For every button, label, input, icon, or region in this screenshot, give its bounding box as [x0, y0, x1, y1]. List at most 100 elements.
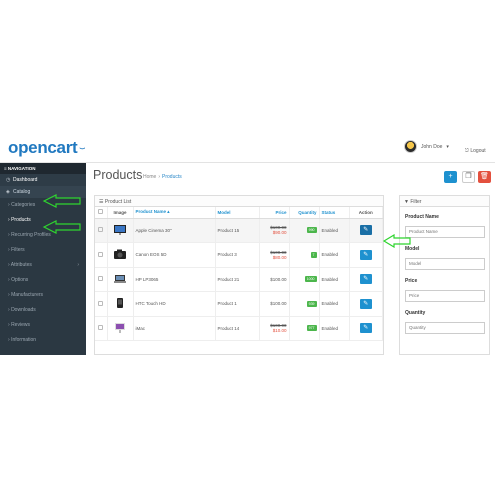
pencil-icon: ✎	[363, 251, 369, 258]
user-menu[interactable]: John Doe ▾	[404, 140, 449, 153]
edit-button[interactable]: ✎	[359, 323, 372, 334]
camera-icon	[114, 249, 126, 260]
copy-button[interactable]: ❐	[462, 171, 475, 183]
product-name: iMac	[133, 316, 216, 341]
delete-button[interactable]: 🗑	[478, 171, 491, 183]
cart-logo-icon: ⌣	[79, 143, 86, 153]
sidebar-item-reviews[interactable]: › Reviews	[0, 318, 86, 333]
quantity-badge: 990	[306, 227, 317, 234]
product-model: Product 21	[215, 267, 260, 292]
main-content: Products Home › Products + ❐ 🗑 ☰ Product L…	[86, 163, 495, 355]
status-text: Enabled	[319, 218, 350, 243]
product-name: HTC Touch HD	[133, 291, 216, 317]
panel-heading: ☰ Product List	[95, 196, 383, 207]
filter-heading: ▼ Filter	[400, 196, 489, 207]
table-row: HTC Touch HD Product 1 $100.00 939 Enabl…	[95, 291, 383, 317]
laptop-icon	[114, 274, 126, 283]
row-checkbox[interactable]	[95, 316, 108, 341]
special-price: $80.00	[272, 254, 287, 260]
column-header-status[interactable]: Status	[319, 207, 350, 219]
edit-button[interactable]: ✎	[359, 274, 372, 285]
product-name: Canon EOS 5D	[133, 242, 216, 268]
status-text: Enabled	[319, 242, 350, 268]
status-text: Enabled	[319, 267, 350, 292]
breadcrumb-home[interactable]: Home	[143, 174, 156, 180]
monitor-icon	[114, 224, 126, 235]
avatar	[404, 140, 417, 153]
copy-icon: ❐	[465, 173, 472, 180]
column-header-product-name[interactable]: Product Name ▴	[133, 207, 216, 219]
sidebar-item-filters[interactable]: › Filters	[0, 243, 86, 258]
product-name: HP LP3065	[133, 267, 216, 292]
phone-icon	[117, 298, 123, 309]
column-header-quantity[interactable]: Quantity	[289, 207, 320, 219]
page-title: Products	[93, 168, 143, 182]
add-new-button[interactable]: +	[444, 171, 457, 183]
pencil-icon: ✎	[363, 300, 369, 307]
special-price: $10.00	[272, 328, 287, 334]
filter-label-quantity: Quantity	[405, 310, 426, 316]
sidebar-item-information[interactable]: › Information	[0, 333, 86, 348]
filter-label-model: Model	[405, 246, 420, 252]
edit-button[interactable]: ✎	[359, 225, 372, 236]
product-name: Apple Cinema 30"	[133, 218, 216, 243]
sidebar-item-manufacturers[interactable]: › Manufacturers	[0, 288, 86, 303]
table-row: Canon EOS 5D Product 3 $100.00 $80.00 7 E…	[95, 242, 383, 268]
filter-panel: ▼ Filter Product Name Model Price Quanti…	[399, 195, 490, 355]
annotation-arrow-products	[42, 220, 81, 234]
quantity-badge: 7	[310, 251, 317, 258]
row-checkbox[interactable]	[95, 267, 108, 292]
product-model: Product 15	[215, 218, 260, 243]
product-table: Image Product Name ▴ Model Price Quantit…	[95, 207, 383, 341]
sidebar-item-options[interactable]: › Options	[0, 273, 86, 288]
row-checkbox[interactable]	[95, 242, 108, 268]
quantity-badge: 1000	[304, 276, 317, 283]
product-model: Product 1	[215, 291, 260, 317]
status-text: Enabled	[319, 316, 350, 341]
column-header-action: Action	[349, 207, 383, 219]
sidebar-item-attributes[interactable]: › Attributes ›	[0, 258, 86, 273]
filter-label-price: Price	[405, 278, 418, 284]
dashboard-icon: ◷	[6, 177, 11, 183]
breadcrumb: Home › Products	[143, 174, 182, 180]
annotation-arrow-edit	[382, 234, 411, 248]
pencil-icon: ✎	[363, 276, 369, 283]
special-price: $90.00	[272, 230, 287, 236]
table-row: Apple Cinema 30" Product 15 $100.00 $90.0…	[95, 218, 383, 243]
quantity-input[interactable]	[405, 321, 485, 334]
quantity-badge: 939	[306, 300, 317, 307]
breadcrumb-products[interactable]: Products	[162, 174, 182, 180]
table-row: HP LP3065 Product 21 $100.00 1000 Enable…	[95, 267, 383, 292]
app-window: opencart ⌣ John Doe ▾ ⎋ Logout ≡ NAVIGATI…	[0, 130, 500, 355]
product-name-input[interactable]	[405, 225, 485, 238]
model-input[interactable]	[405, 257, 485, 270]
annotation-arrow-catalog	[42, 194, 81, 208]
nav-heading: ≡ NAVIGATION	[0, 163, 86, 174]
edit-button[interactable]: ✎	[359, 249, 372, 260]
chevron-right-icon: ›	[77, 262, 79, 268]
sidebar-item-dashboard[interactable]: ◷ Dashboard	[0, 174, 86, 186]
table-row: iMac Product 14 $100.00 $10.00 977 Enable…	[95, 316, 383, 341]
tag-icon: ◈	[6, 189, 10, 195]
opencart-logo[interactable]: opencart ⌣	[8, 138, 85, 158]
row-checkbox[interactable]	[95, 218, 108, 243]
sidebar: ≡ NAVIGATION ◷ Dashboard ◈ Catalog › Categ…	[0, 163, 86, 355]
edit-button[interactable]: ✎	[359, 298, 372, 309]
column-header-model[interactable]: Model	[215, 207, 260, 219]
sidebar-item-downloads[interactable]: › Downloads	[0, 303, 86, 318]
column-header-image: Image	[107, 207, 134, 219]
top-header: opencart ⌣ John Doe ▾ ⎋ Logout	[0, 130, 495, 163]
quantity-badge: 977	[306, 325, 317, 332]
row-checkbox[interactable]	[95, 291, 108, 317]
column-header-price[interactable]: Price	[259, 207, 290, 219]
product-list-panel: ☰ Product List Image Product Name ▴ Mode…	[94, 195, 384, 355]
select-all-checkbox[interactable]	[95, 207, 108, 219]
imac-icon	[115, 322, 125, 333]
pencil-icon: ✎	[363, 325, 369, 332]
pencil-icon: ✎	[363, 227, 369, 234]
product-model: Product 3	[215, 242, 260, 268]
logout-link[interactable]: ⎋ Logout	[465, 148, 486, 154]
filter-label-product-name: Product Name	[405, 214, 439, 220]
price-input[interactable]	[405, 289, 485, 302]
price: $100.00	[270, 276, 287, 282]
